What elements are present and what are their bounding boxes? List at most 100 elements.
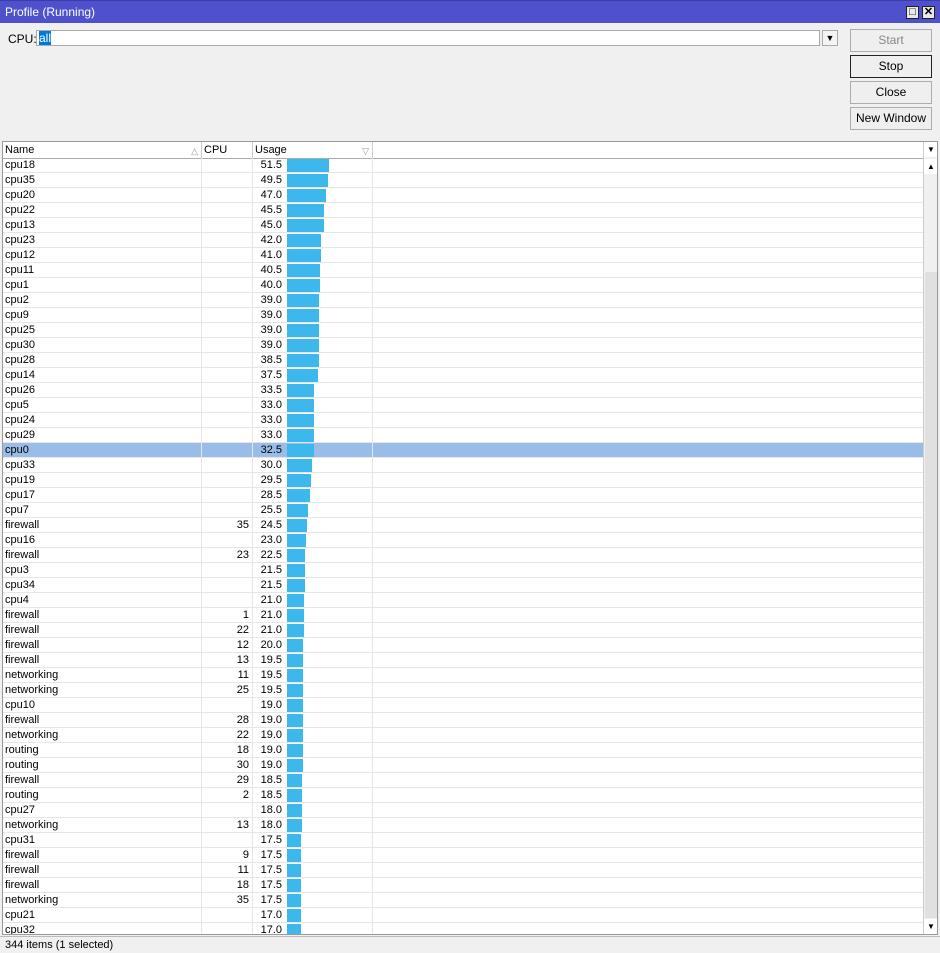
- table-row[interactable]: cpu31 17.5: [3, 833, 923, 848]
- table-row[interactable]: cpu30 39.0: [3, 338, 923, 353]
- table-row[interactable]: cpu35 49.5: [3, 173, 923, 188]
- table-row[interactable]: firewall 1 21.0: [3, 608, 923, 623]
- cell-cpu: [202, 488, 253, 503]
- table-row[interactable]: cpu27 18.0: [3, 803, 923, 818]
- table-row[interactable]: cpu26 33.5: [3, 383, 923, 398]
- table-row[interactable]: cpu16 23.0: [3, 533, 923, 548]
- usage-value: 23.0: [260, 534, 282, 546]
- start-button[interactable]: Start: [850, 29, 932, 52]
- usage-value: 40.0: [260, 279, 282, 291]
- table-row[interactable]: cpu1 40.0: [3, 278, 923, 293]
- cell-name: networking: [3, 668, 202, 683]
- table-row[interactable]: firewall 11 17.5: [3, 863, 923, 878]
- table-row[interactable]: cpu20 47.0: [3, 188, 923, 203]
- table-header: Name △ CPU Usage ▽: [3, 142, 923, 159]
- usage-bar: [287, 474, 312, 487]
- cell-cpu: 22: [202, 623, 253, 638]
- table-row[interactable]: networking 35 17.5: [3, 893, 923, 908]
- table-row[interactable]: firewall 35 24.5: [3, 518, 923, 533]
- cpu-filter-input[interactable]: all: [36, 30, 820, 46]
- usage-bar: [287, 219, 324, 232]
- table-row[interactable]: cpu0 32.5: [3, 443, 923, 458]
- column-menu-icon[interactable]: ▼: [924, 142, 937, 157]
- scroll-up-icon[interactable]: ▲: [924, 159, 937, 174]
- table-row[interactable]: firewall 28 19.0: [3, 713, 923, 728]
- table-row[interactable]: cpu7 25.5: [3, 503, 923, 518]
- table-row[interactable]: networking 11 19.5: [3, 668, 923, 683]
- table-row[interactable]: cpu19 29.5: [3, 473, 923, 488]
- usage-value: 17.0: [260, 924, 282, 935]
- table-row[interactable]: cpu32 17.0: [3, 923, 923, 935]
- table-row[interactable]: routing 2 18.5: [3, 788, 923, 803]
- table-row[interactable]: routing 30 19.0: [3, 758, 923, 773]
- usage-value: 29.5: [260, 474, 282, 486]
- usage-bar: [287, 669, 303, 682]
- table-row[interactable]: cpu2 39.0: [3, 293, 923, 308]
- table-row[interactable]: firewall 9 17.5: [3, 848, 923, 863]
- maximize-icon[interactable]: □: [906, 6, 919, 19]
- table-row[interactable]: cpu25 39.0: [3, 323, 923, 338]
- table-row[interactable]: firewall 18 17.5: [3, 878, 923, 893]
- usage-value: 21.0: [260, 624, 282, 636]
- cell-name: firewall: [3, 518, 202, 533]
- usage-bar: [287, 759, 303, 772]
- cell-name: cpu19: [3, 473, 202, 488]
- usage-value: 18.0: [260, 819, 282, 831]
- column-usage-label: Usage: [255, 144, 287, 156]
- table-row[interactable]: networking 25 19.5: [3, 683, 923, 698]
- table-row[interactable]: firewall 29 18.5: [3, 773, 923, 788]
- cell-cpu: [202, 398, 253, 413]
- table-row[interactable]: firewall 12 20.0: [3, 638, 923, 653]
- table-row[interactable]: cpu33 30.0: [3, 458, 923, 473]
- cell-cpu: 1: [202, 608, 253, 623]
- vertical-scrollbar[interactable]: ▼ ▲ ▼: [923, 142, 937, 934]
- table-row[interactable]: cpu21 17.0: [3, 908, 923, 923]
- table-row[interactable]: cpu10 19.0: [3, 698, 923, 713]
- table-row[interactable]: cpu23 42.0: [3, 233, 923, 248]
- table-row[interactable]: cpu34 21.5: [3, 578, 923, 593]
- cell-cpu: [202, 563, 253, 578]
- table-row[interactable]: cpu24 33.0: [3, 413, 923, 428]
- usage-bar: [287, 909, 301, 922]
- column-header-cpu[interactable]: CPU: [202, 142, 253, 158]
- cell-name: cpu11: [3, 263, 202, 278]
- table-row[interactable]: cpu12 41.0: [3, 248, 923, 263]
- close-icon[interactable]: ✕: [922, 6, 935, 19]
- column-header-usage[interactable]: Usage ▽: [253, 142, 373, 158]
- cpu-dropdown-button[interactable]: ▼: [822, 30, 838, 46]
- table-row[interactable]: cpu22 45.5: [3, 203, 923, 218]
- column-header-name[interactable]: Name △: [3, 142, 202, 158]
- table-row[interactable]: firewall 13 19.5: [3, 653, 923, 668]
- cell-usage: 19.5: [253, 653, 373, 668]
- table-row[interactable]: routing 18 19.0: [3, 743, 923, 758]
- table-row[interactable]: cpu4 21.0: [3, 593, 923, 608]
- table-row[interactable]: cpu17 28.5: [3, 488, 923, 503]
- cell-usage: 39.0: [253, 293, 373, 308]
- cell-cpu: 12: [202, 638, 253, 653]
- table-row[interactable]: cpu13 45.0: [3, 218, 923, 233]
- close-button[interactable]: Close: [850, 81, 932, 104]
- table-row[interactable]: cpu9 39.0: [3, 308, 923, 323]
- table-row[interactable]: cpu28 38.5: [3, 353, 923, 368]
- table-row[interactable]: firewall 22 21.0: [3, 623, 923, 638]
- table-row[interactable]: cpu14 37.5: [3, 368, 923, 383]
- table-row[interactable]: cpu3 21.5: [3, 563, 923, 578]
- cell-usage: 19.5: [253, 668, 373, 683]
- scroll-down-icon[interactable]: ▼: [924, 919, 937, 934]
- table-row[interactable]: networking 22 19.0: [3, 728, 923, 743]
- table-row[interactable]: networking 13 18.0: [3, 818, 923, 833]
- cell-cpu: [202, 908, 253, 923]
- table-row[interactable]: cpu11 40.5: [3, 263, 923, 278]
- stop-button[interactable]: Stop: [850, 55, 932, 78]
- usage-bar: [287, 294, 319, 307]
- table-row[interactable]: cpu5 33.0: [3, 398, 923, 413]
- new-window-button[interactable]: New Window: [850, 107, 932, 130]
- scrollbar-thumb[interactable]: [925, 272, 937, 918]
- table-row[interactable]: cpu29 33.0: [3, 428, 923, 443]
- table-row[interactable]: cpu18 51.5: [3, 158, 923, 173]
- cell-name: cpu25: [3, 323, 202, 338]
- cell-usage: 23.0: [253, 533, 373, 548]
- cell-usage: 38.5: [253, 353, 373, 368]
- table-row[interactable]: firewall 23 22.5: [3, 548, 923, 563]
- usage-value: 21.5: [260, 579, 282, 591]
